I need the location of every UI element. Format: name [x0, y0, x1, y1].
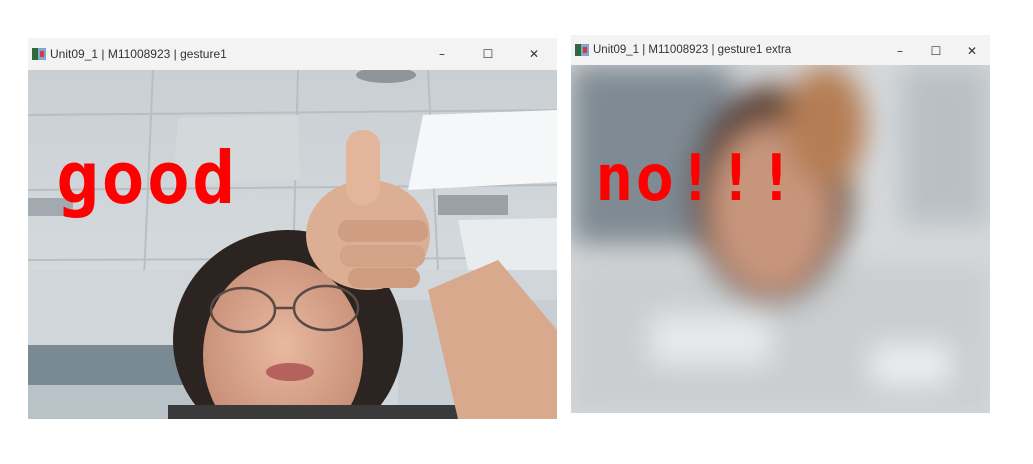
blurred-camera-frame — [571, 65, 990, 413]
app-icon — [575, 43, 589, 57]
gesture-extra-window: Unit09_1 | M11008923 | gesture1 extra – … — [571, 35, 990, 413]
window-title: Unit09_1 | M11008923 | gesture1 — [50, 47, 227, 61]
app-icon — [32, 47, 46, 61]
maximize-button[interactable]: ☐ — [918, 35, 954, 67]
title-bar[interactable]: Unit09_1 | M11008923 | gesture1 extra – … — [571, 35, 990, 65]
minimize-button[interactable]: – — [419, 38, 465, 70]
minimize-button[interactable]: – — [882, 35, 918, 67]
camera-frame — [28, 70, 557, 419]
gesture-label: good — [56, 136, 238, 220]
gesture-window: Unit09_1 | M11008923 | gesture1 – ☐ ✕ go… — [28, 38, 557, 419]
camera-view: good — [28, 70, 557, 419]
window-title: Unit09_1 | M11008923 | gesture1 extra — [593, 44, 792, 56]
maximize-button[interactable]: ☐ — [465, 38, 511, 70]
title-bar[interactable]: Unit09_1 | M11008923 | gesture1 – ☐ ✕ — [28, 38, 557, 70]
camera-view: no!!! — [571, 65, 990, 413]
close-button[interactable]: ✕ — [511, 38, 557, 70]
close-button[interactable]: ✕ — [954, 35, 990, 67]
gesture-label: no!!! — [595, 142, 798, 216]
